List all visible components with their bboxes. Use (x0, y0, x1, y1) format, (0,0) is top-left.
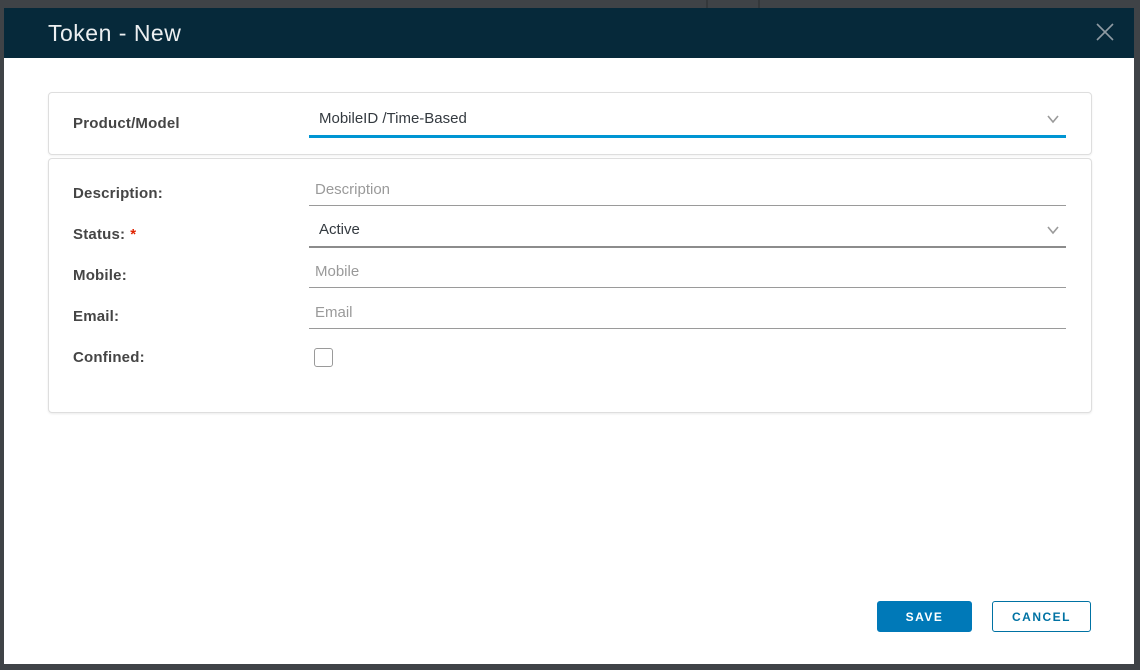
confined-checkbox[interactable] (314, 348, 333, 367)
token-new-modal: Token - New Product/Model MobileID /Time… (4, 8, 1134, 664)
email-row: Email: (49, 296, 1091, 337)
mobile-row: Mobile: (49, 255, 1091, 296)
confined-row: Confined: (49, 337, 1091, 378)
modal-title: Token - New (48, 20, 181, 47)
status-value[interactable]: Active (309, 221, 1066, 246)
mobile-label: Mobile: (49, 267, 309, 284)
description-input[interactable] (309, 181, 1066, 206)
cancel-button[interactable]: CANCEL (992, 601, 1091, 632)
product-model-label: Product/Model (49, 115, 309, 132)
mobile-input[interactable] (309, 263, 1066, 288)
status-label: Status:* (49, 226, 309, 243)
email-label: Email: (49, 308, 309, 325)
product-model-row: Product/Model MobileID /Time-Based (49, 93, 1091, 154)
description-row: Description: (49, 173, 1091, 214)
status-row: Status:* Active (49, 214, 1091, 255)
email-field-area (309, 304, 1066, 329)
confined-field-area (309, 348, 1066, 367)
description-field-area (309, 181, 1066, 206)
close-icon[interactable] (1088, 15, 1122, 49)
token-details-panel: Description: Status:* Active Mobile: (48, 158, 1092, 413)
page-background: Token - New Product/Model MobileID /Time… (0, 0, 1140, 670)
page-edge-seam (706, 0, 708, 8)
email-input[interactable] (309, 304, 1066, 329)
confined-label: Confined: (49, 349, 309, 366)
product-model-value[interactable]: MobileID /Time-Based (309, 110, 1066, 135)
mobile-field-area (309, 263, 1066, 288)
save-button[interactable]: SAVE (877, 601, 972, 632)
product-model-select[interactable]: MobileID /Time-Based (309, 110, 1066, 138)
required-marker: * (130, 226, 136, 243)
product-model-panel: Product/Model MobileID /Time-Based (48, 92, 1092, 155)
status-select[interactable]: Active (309, 221, 1066, 248)
page-edge-seam (758, 0, 760, 8)
description-label: Description: (49, 185, 309, 202)
modal-header: Token - New (4, 8, 1134, 58)
